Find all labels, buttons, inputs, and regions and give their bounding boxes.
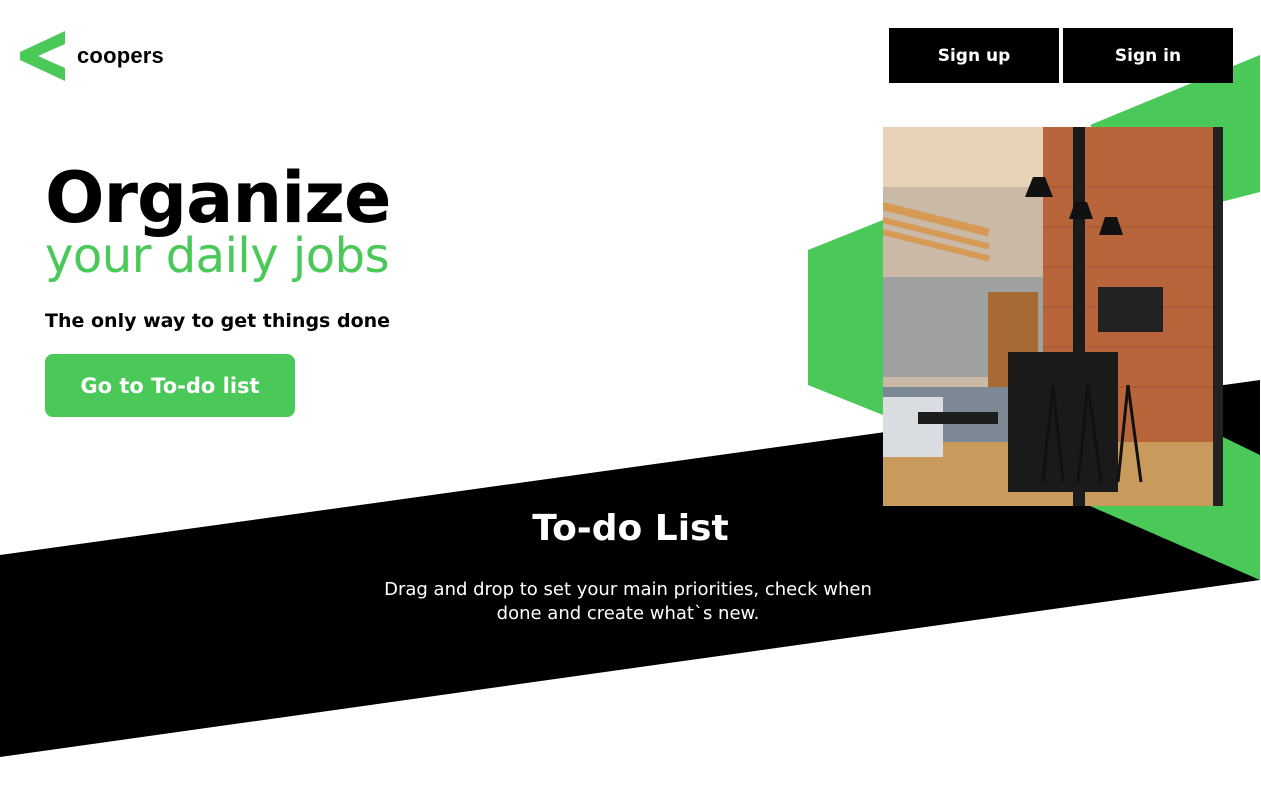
go-to-todo-button[interactable]: Go to To-do list	[45, 354, 295, 417]
hero-tagline: The only way to get things done	[45, 310, 391, 332]
brand-name: coopers	[77, 43, 164, 68]
office-interior-photo	[883, 127, 1223, 506]
green-decor-left	[808, 220, 883, 415]
top-nav: Sign up Sign in	[889, 28, 1233, 83]
hero-subtitle: your daily jobs	[45, 228, 390, 284]
todo-section-title: To-do List	[532, 508, 729, 549]
brand-logo[interactable]: coopers	[20, 31, 164, 81]
sign-up-button[interactable]: Sign up	[889, 28, 1059, 83]
todo-section-description: Drag and drop to set your main prioritie…	[384, 579, 872, 624]
chevron-left-logo-icon	[20, 31, 65, 81]
sign-in-button[interactable]: Sign in	[1063, 28, 1233, 83]
